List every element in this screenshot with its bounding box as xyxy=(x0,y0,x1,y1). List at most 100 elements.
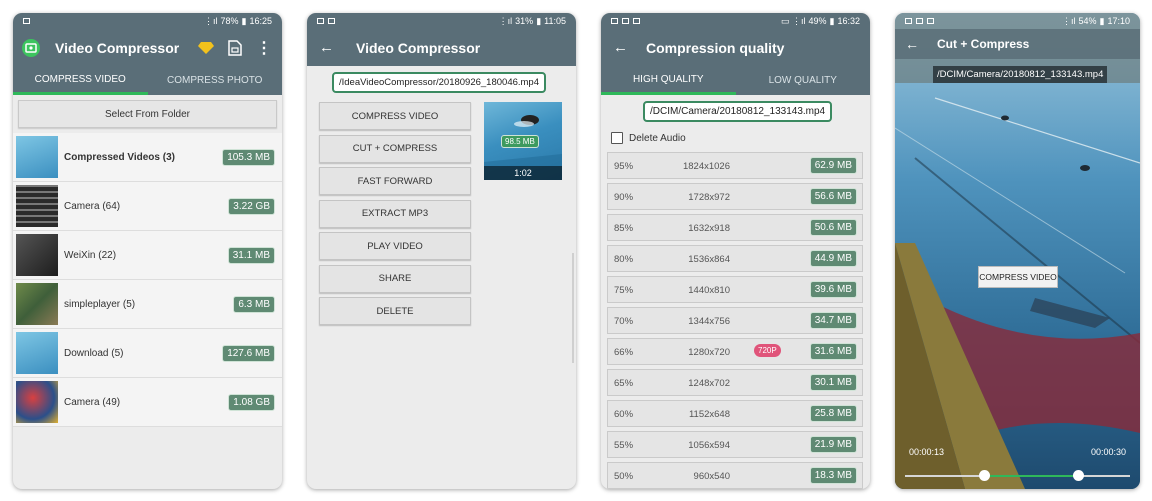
phone-1-folder-list: ⋮ıl 78% ▮ 16:25 Video Compressor ⋮ COMPRESS… xyxy=(13,13,282,489)
app-bar: Video Compressor ⋮ xyxy=(13,29,282,66)
video-path: /IdeaVideoCompressor/20180926_180046.mp4 xyxy=(332,72,547,93)
quality-row[interactable]: 85% 1632x918 50.6 MB xyxy=(607,214,863,241)
signal-icon: ⋮ıl xyxy=(204,15,218,26)
folder-row[interactable]: Camera (49) 1.08 GB xyxy=(13,378,282,427)
quality-row[interactable]: 60% 1152x648 25.8 MB xyxy=(607,400,863,427)
quality-row[interactable]: 80% 1536x864 44.9 MB xyxy=(607,245,863,272)
quality-row[interactable]: 65% 1248x702 30.1 MB xyxy=(607,369,863,396)
more-options-icon[interactable]: ⋮ xyxy=(256,38,272,58)
folder-row[interactable]: Camera (64) 3.22 GB xyxy=(13,182,282,231)
signal-icon: ⋮ıl xyxy=(1062,15,1076,26)
notification-icon xyxy=(927,18,934,24)
select-from-folder-button[interactable]: Select From Folder xyxy=(18,100,277,128)
notification-icon xyxy=(905,18,912,24)
quality-resolution: 1536x864 xyxy=(688,254,730,265)
app-title: Video Compressor xyxy=(356,39,481,56)
video-thumbnail[interactable]: 98.5 MB 1:02 xyxy=(484,102,562,180)
tab-compress-video[interactable]: COMPRESS VIDEO xyxy=(13,66,148,95)
quality-row[interactable]: 66% 1280x720 720P 31.6 MB xyxy=(607,338,863,365)
quality-row[interactable]: 70% 1344x756 34.7 MB xyxy=(607,307,863,334)
quality-percent: 95% xyxy=(614,161,634,172)
action-button-compress-video[interactable]: COMPRESS VIDEO xyxy=(319,102,471,130)
folder-size-badge: 105.3 MB xyxy=(222,148,275,166)
folder-row[interactable]: Download (5) 127.6 MB xyxy=(13,329,282,378)
quality-percent: 75% xyxy=(614,285,634,296)
folder-row[interactable]: Compressed Videos (3) 105.3 MB xyxy=(13,133,282,182)
action-button-fast-forward[interactable]: FAST FORWARD xyxy=(319,167,471,195)
quality-row[interactable]: 75% 1440x810 39.6 MB xyxy=(607,276,863,303)
estimated-size-badge: 21.9 MB xyxy=(809,436,857,453)
battery-level: 78% xyxy=(220,16,239,26)
quality-percent: 50% xyxy=(614,471,634,482)
folder-row[interactable]: simpleplayer (5) 6.3 MB xyxy=(13,280,282,329)
quality-percent: 65% xyxy=(614,378,634,389)
phone-3-compression-quality: ▭ ⋮ıl 49% ▮ 16:32 ← Compression quality HIG… xyxy=(601,13,870,489)
clock: 16:32 xyxy=(837,16,860,26)
status-bar: ⋮ıl 54% ▮ 17:10 xyxy=(895,13,1140,29)
trim-start-handle[interactable] xyxy=(979,470,990,481)
battery-level: 31% xyxy=(515,16,534,26)
quality-resolution: 1152x648 xyxy=(688,409,730,420)
resolution-tag: 720P xyxy=(754,344,781,357)
action-button-extract-mp3[interactable]: EXTRACT MP3 xyxy=(319,199,471,228)
folder-thumbnail xyxy=(16,283,58,325)
back-arrow-icon[interactable]: ← xyxy=(905,36,919,52)
clock: 16:25 xyxy=(249,16,272,26)
quality-row[interactable]: 50% 960x540 18.3 MB xyxy=(607,462,863,489)
estimated-size-badge: 39.6 MB xyxy=(809,281,857,298)
quality-row[interactable]: 95% 1824x1026 62.9 MB xyxy=(607,152,863,179)
folder-size-badge: 127.6 MB xyxy=(222,344,275,362)
notification-icon xyxy=(633,18,640,24)
tab-low-quality[interactable]: LOW QUALITY xyxy=(736,66,871,95)
quality-row[interactable]: 55% 1056x594 21.9 MB xyxy=(607,431,863,458)
quality-resolution: 1824x1026 xyxy=(682,161,730,172)
action-button-cut-compress[interactable]: CUT + COMPRESS xyxy=(319,134,471,163)
tab-bar: HIGH QUALITY LOW QUALITY xyxy=(601,66,870,95)
app-bar: ← Video Compressor xyxy=(307,29,576,66)
back-arrow-icon[interactable]: ← xyxy=(613,39,628,56)
action-button-delete[interactable]: DELETE xyxy=(319,297,471,325)
notification-icon xyxy=(916,18,923,24)
tab-compress-photo[interactable]: COMPRESS PHOTO xyxy=(148,66,283,95)
app-logo-icon xyxy=(22,38,40,57)
compress-video-button[interactable]: COMPRESS VIDEO xyxy=(978,266,1058,288)
folder-thumbnail xyxy=(16,136,58,178)
quality-resolution: 1440x810 xyxy=(688,285,730,296)
folder-size-badge: 3.22 GB xyxy=(228,197,275,215)
clock: 17:10 xyxy=(1107,16,1130,26)
estimated-size-badge: 44.9 MB xyxy=(809,250,857,267)
delete-audio-option[interactable]: Delete Audio xyxy=(611,132,686,144)
quality-percent: 90% xyxy=(614,192,634,203)
folder-list: Compressed Videos (3) 105.3 MB Camera (64)… xyxy=(13,133,282,427)
quality-percent: 55% xyxy=(614,440,634,451)
video-size-badge: 98.5 MB xyxy=(501,135,539,148)
tab-high-quality[interactable]: HIGH QUALITY xyxy=(601,66,736,95)
battery-icon: ▮ xyxy=(536,15,542,26)
folder-thumbnail xyxy=(16,332,58,374)
estimated-size-badge: 18.3 MB xyxy=(809,467,857,484)
app-bar: ← Compression quality xyxy=(601,29,870,66)
compressed-file-icon[interactable] xyxy=(228,39,242,56)
folder-row[interactable]: WeiXin (22) 31.1 MB xyxy=(13,231,282,280)
notification-icon xyxy=(317,18,324,24)
signal-icon: ▭ ⋮ıl xyxy=(780,15,806,26)
trim-end-handle[interactable] xyxy=(1073,470,1084,481)
premium-diamond-icon[interactable] xyxy=(198,41,214,55)
quality-percent: 80% xyxy=(614,254,634,265)
back-arrow-icon[interactable]: ← xyxy=(319,39,334,56)
scrollbar[interactable] xyxy=(572,253,574,363)
video-path: /DCIM/Camera/20180812_133143.mp4 xyxy=(643,101,833,122)
estimated-size-badge: 34.7 MB xyxy=(809,312,857,329)
path-area: /IdeaVideoCompressor/20180926_180046.mp4 xyxy=(307,66,576,107)
battery-icon: ▮ xyxy=(241,15,247,26)
quality-row[interactable]: 90% 1728x972 56.6 MB xyxy=(607,183,863,210)
notification-icon xyxy=(328,18,335,24)
quality-percent: 70% xyxy=(614,316,634,327)
estimated-size-badge: 56.6 MB xyxy=(809,188,857,205)
app-bar: ← Cut + Compress xyxy=(895,29,1140,59)
action-button-share[interactable]: SHARE xyxy=(319,264,471,293)
battery-icon: ▮ xyxy=(829,15,835,26)
delete-audio-checkbox[interactable] xyxy=(611,132,623,144)
video-path: /DCIM/Camera/20180812_133143.mp4 xyxy=(933,66,1108,83)
action-button-play-video[interactable]: PLAY VIDEO xyxy=(319,232,471,260)
